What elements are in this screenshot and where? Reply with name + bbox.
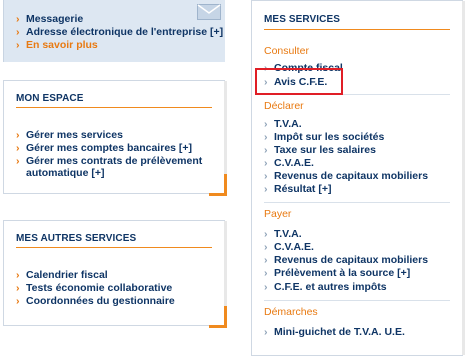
link-payer-revenus-capitaux-label[interactable]: Revenus de capitaux mobiliers (274, 254, 428, 266)
link-gerer-comptes[interactable]: › Gérer mes comptes bancaires [+] (16, 142, 192, 154)
chevron-right-icon: › (264, 281, 268, 293)
payer-heading: Payer (264, 208, 292, 220)
chevron-right-icon: › (16, 12, 20, 25)
chevron-right-icon: › (264, 267, 268, 279)
link-cfe-autres-impots[interactable]: › C.F.E. et autres impôts (264, 281, 387, 293)
link-payer-tva[interactable]: › T.V.A. (264, 228, 302, 240)
chevron-right-icon: › (264, 228, 268, 240)
link-coordonnees[interactable]: › Coordonnées du gestionnaire (16, 295, 175, 307)
link-declarer-revenus-capitaux[interactable]: › Revenus de capitaux mobiliers (264, 170, 428, 182)
link-declarer-revenus-capitaux-label[interactable]: Revenus de capitaux mobiliers (274, 170, 428, 182)
link-declarer-cvae-label[interactable]: C.V.A.E. (274, 157, 314, 169)
link-taxe-salaires[interactable]: › Taxe sur les salaires (264, 144, 376, 156)
chevron-right-icon: › (264, 170, 268, 182)
link-declarer-tva[interactable]: › T.V.A. (264, 118, 302, 130)
mon-espace-title: MON ESPACE (16, 93, 84, 104)
chevron-right-icon: › (264, 183, 268, 195)
chevron-right-icon: › (264, 131, 268, 143)
link-tests-economie[interactable]: › Tests économie collaborative (16, 282, 172, 294)
chevron-right-icon: › (16, 295, 20, 307)
link-messagerie[interactable]: › Messagerie (16, 12, 223, 25)
panel-shadow (462, 1, 465, 355)
panel-corner (224, 174, 227, 196)
top-links-box: › Messagerie › Adresse électronique de l'e… (3, 0, 225, 62)
avis-cfe-highlight-box (255, 68, 343, 95)
link-impot-societes[interactable]: › Impôt sur les sociétés (264, 131, 384, 143)
link-gerer-contrats[interactable]: › Gérer mes contrats de prélèvement automa… (16, 155, 202, 179)
mes-services-title: MES SERVICES (264, 14, 341, 25)
chevron-right-icon: › (264, 326, 268, 338)
link-declarer-cvae[interactable]: › C.V.A.E. (264, 157, 314, 169)
mes-services-panel: MES SERVICES Consulter › Compte fiscal › A… (251, 0, 465, 356)
link-cfe-autres-impots-label[interactable]: C.F.E. et autres impôts (274, 281, 387, 293)
mes-autres-services-title: MES AUTRES SERVICES (16, 233, 137, 244)
envelope-icon[interactable] (197, 4, 221, 20)
link-en-savoir-plus-label[interactable]: En savoir plus (26, 39, 98, 51)
top-links: › Messagerie › Adresse électronique de l'e… (16, 12, 223, 51)
link-calendrier-fiscal-label[interactable]: Calendrier fiscal (26, 269, 108, 281)
link-mini-guichet-label[interactable]: Mini-guichet de T.V.A. U.E. (274, 326, 405, 338)
chevron-right-icon: › (16, 155, 20, 167)
link-taxe-salaires-label[interactable]: Taxe sur les salaires (274, 144, 376, 156)
link-adresse-electronique[interactable]: › Adresse électronique de l'entreprise [+… (16, 25, 223, 38)
link-coordonnees-label[interactable]: Coordonnées du gestionnaire (26, 295, 175, 307)
chevron-right-icon: › (264, 241, 268, 253)
consulter-heading: Consulter (264, 45, 309, 57)
link-prelevement-source-label[interactable]: Prélèvement à la source [+] (274, 267, 410, 279)
link-adresse-electronique-label[interactable]: Adresse électronique de l'entreprise [+] (26, 26, 223, 38)
mes-autres-services-panel: MES AUTRES SERVICES › Calendrier fiscal ›… (3, 220, 227, 328)
link-payer-revenus-capitaux[interactable]: › Revenus de capitaux mobiliers (264, 254, 428, 266)
link-gerer-contrats-label[interactable]: Gérer mes contrats de prélèvement automat… (26, 155, 202, 179)
mon-espace-panel: MON ESPACE › Gérer mes services › Gérer me… (3, 80, 227, 196)
link-declarer-tva-label[interactable]: T.V.A. (274, 118, 302, 130)
link-en-savoir-plus[interactable]: › En savoir plus (16, 38, 223, 51)
title-underline (16, 107, 212, 108)
demarches-heading: Démarches (264, 306, 318, 318)
section-divider (264, 300, 450, 301)
link-tests-economie-label[interactable]: Tests économie collaborative (26, 282, 172, 294)
title-underline (264, 29, 450, 30)
panel-corner (224, 306, 227, 328)
chevron-right-icon: › (16, 269, 20, 281)
contrats-line-1: Gérer mes contrats de prélèvement (26, 155, 203, 167)
link-resultat[interactable]: › Résultat [+] (264, 183, 331, 195)
link-gerer-comptes-label[interactable]: Gérer mes comptes bancaires [+] (26, 142, 192, 154)
contrats-line-2: automatique [+] (26, 167, 105, 179)
link-payer-tva-label[interactable]: T.V.A. (274, 228, 302, 240)
chevron-right-icon: › (264, 254, 268, 266)
title-underline (16, 247, 212, 248)
link-payer-cvae[interactable]: › C.V.A.E. (264, 241, 314, 253)
link-gerer-services-label[interactable]: Gérer mes services (26, 129, 123, 141)
section-divider (264, 202, 450, 203)
link-calendrier-fiscal[interactable]: › Calendrier fiscal (16, 269, 108, 281)
chevron-right-icon: › (16, 129, 20, 141)
chevron-right-icon: › (264, 118, 268, 130)
chevron-right-icon: › (16, 38, 20, 51)
link-mini-guichet[interactable]: › Mini-guichet de T.V.A. U.E. (264, 326, 405, 338)
chevron-right-icon: › (264, 144, 268, 156)
chevron-right-icon: › (16, 25, 20, 38)
link-impot-societes-label[interactable]: Impôt sur les sociétés (274, 131, 384, 143)
chevron-right-icon: › (264, 157, 268, 169)
link-messagerie-label[interactable]: Messagerie (26, 13, 83, 25)
link-resultat-label[interactable]: Résultat [+] (274, 183, 331, 195)
chevron-right-icon: › (16, 282, 20, 294)
link-payer-cvae-label[interactable]: C.V.A.E. (274, 241, 314, 253)
declarer-heading: Déclarer (264, 100, 304, 112)
link-prelevement-source[interactable]: › Prélèvement à la source [+] (264, 267, 410, 279)
link-gerer-services[interactable]: › Gérer mes services (16, 129, 123, 141)
chevron-right-icon: › (16, 142, 20, 154)
